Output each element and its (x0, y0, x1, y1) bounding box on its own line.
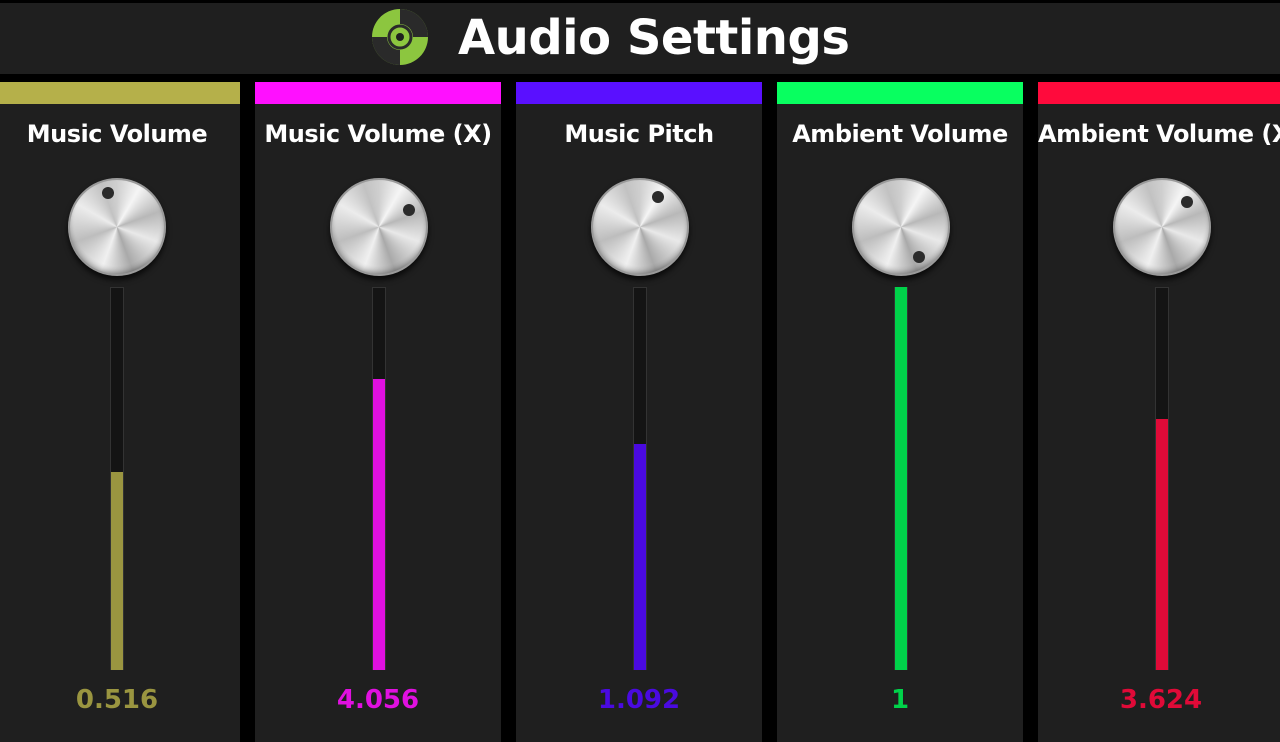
header-bar: Audio Settings (0, 0, 1280, 74)
level-fill (634, 444, 646, 670)
channel-color-bar (516, 82, 762, 104)
channel-value: 0.516 (75, 685, 159, 715)
level-fill (1156, 419, 1168, 670)
channel-value: 3.624 (1119, 685, 1203, 715)
knob-indicator (403, 203, 416, 216)
level-slider[interactable] (372, 287, 386, 670)
knob-indicator (1180, 196, 1193, 209)
level-fill (111, 472, 123, 670)
channel-color-bar (255, 82, 501, 104)
channel-label: Ambient Volume (792, 120, 1008, 148)
channel-value: 4.056 (336, 685, 420, 715)
level-fill (373, 378, 385, 670)
page-title: Audio Settings (458, 10, 850, 66)
channel-label: Music Volume (X) (264, 120, 492, 148)
knob[interactable] (591, 178, 689, 276)
knob[interactable] (330, 178, 428, 276)
level-slider[interactable] (633, 287, 647, 670)
channel-label: Music Volume (26, 120, 208, 148)
channel-label: Ambient Volume (X) (1038, 120, 1280, 148)
knob-indicator (651, 190, 664, 203)
channel-ambient-volume-x: Ambient Volume (X) 3.624 (1038, 82, 1280, 742)
channel-label: Music Pitch (564, 120, 714, 148)
channel-value: 1.092 (597, 685, 681, 715)
channel-music-volume: Music Volume 0.516 (0, 82, 240, 742)
music-disc-icon (372, 9, 428, 65)
channel-music-volume-x: Music Volume (X) 4.056 (255, 82, 501, 742)
knob[interactable] (852, 178, 950, 276)
knob[interactable] (68, 178, 166, 276)
level-slider[interactable] (110, 287, 124, 670)
channel-music-pitch: Music Pitch 1.092 (516, 82, 762, 742)
channel-color-bar (0, 82, 240, 104)
level-slider[interactable] (894, 287, 908, 670)
channel-color-bar (777, 82, 1023, 104)
knob-indicator (912, 251, 925, 264)
channel-color-bar (1038, 82, 1280, 104)
level-slider[interactable] (1155, 287, 1169, 670)
channel-value: 1 (890, 685, 910, 715)
knob-indicator (101, 187, 114, 200)
channel-ambient-volume: Ambient Volume 1 (777, 82, 1023, 742)
level-fill (895, 287, 907, 670)
knob[interactable] (1113, 178, 1211, 276)
